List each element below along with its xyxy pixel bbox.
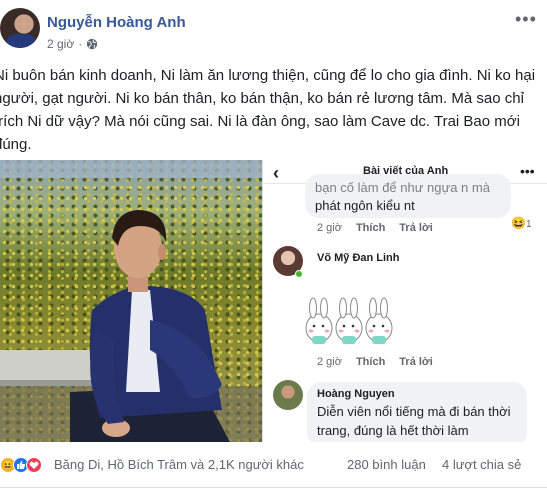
screenshot-more-icon[interactable]: ••• — [520, 163, 535, 179]
globe-icon — [87, 38, 98, 50]
comment-2-like[interactable]: Thích — [356, 356, 385, 368]
reaction-icons[interactable]: 😆 — [0, 457, 42, 473]
comment-1-partial: bạn cố làm để như ngựa n mà — [315, 180, 490, 195]
comment-bubble-3: Hoàng Nguyen Diễn viên nổi tiếng mà đi b… — [307, 382, 527, 442]
man-figure — [0, 160, 262, 442]
post-footer: 😆 Băng Di, Hồ Bích Trâm và 2,1K người kh… — [0, 443, 547, 488]
comments-screenshot[interactable]: ‹ Bài viết của Anh ••• bạn cố làm để như… — [262, 160, 547, 442]
post-photo-man[interactable] — [0, 160, 262, 442]
comments-count[interactable]: 280 bình luận — [347, 457, 426, 472]
post-meta: 2 giờ · — [47, 37, 98, 51]
author-avatar[interactable] — [0, 8, 40, 48]
comment-3-text: Diễn viên nổi tiếng mà đi bán thời trang… — [317, 404, 511, 438]
back-arrow-icon[interactable]: ‹ — [273, 163, 279, 184]
post-time[interactable]: 2 giờ — [47, 37, 74, 51]
comment-1-reaction: 😆1 — [511, 216, 532, 230]
comment-1-like[interactable]: Thích — [356, 222, 385, 234]
commenter-3-avatar[interactable] — [273, 380, 303, 410]
comment-2-reply[interactable]: Trả lời — [399, 356, 433, 368]
comment-1-actions: 2 giờ Thích Trả lời — [317, 222, 433, 234]
post-text: Ni buôn bán kinh doanh, Ni làm ăn lương … — [0, 67, 536, 153]
author-name[interactable]: Nguyễn Hoàng Anh — [47, 14, 186, 31]
shares-count[interactable]: 4 lượt chia sẻ — [442, 457, 521, 472]
post-more-button[interactable]: ••• — [515, 10, 539, 28]
online-dot — [295, 270, 303, 278]
comment-1-time: 2 giờ — [317, 222, 342, 234]
reaction-names[interactable]: Băng Di, Hồ Bích Trâm và 2,1K người khác — [54, 457, 304, 472]
comment-1-reply[interactable]: Trả lời — [399, 222, 433, 234]
haha-icon: 😆 — [511, 216, 526, 230]
comment-bubble-1: bạn cố làm để như ngựa n mà phát ngôn ki… — [305, 174, 511, 218]
bunny-sticker — [305, 297, 393, 344]
post-header: Nguyễn Hoàng Anh 2 giờ · ••• — [0, 0, 547, 62]
comment-2-time: 2 giờ — [317, 356, 342, 368]
comment-2-actions: 2 giờ Thích Trả lời — [317, 356, 433, 368]
commenter-2-name[interactable]: Võ Mỹ Đan Linh — [317, 252, 400, 264]
love-icon — [26, 457, 42, 473]
comment-1-text: phát ngôn kiểu nt — [315, 198, 415, 213]
commenter-3-name[interactable]: Hoàng Nguyen — [317, 388, 395, 400]
